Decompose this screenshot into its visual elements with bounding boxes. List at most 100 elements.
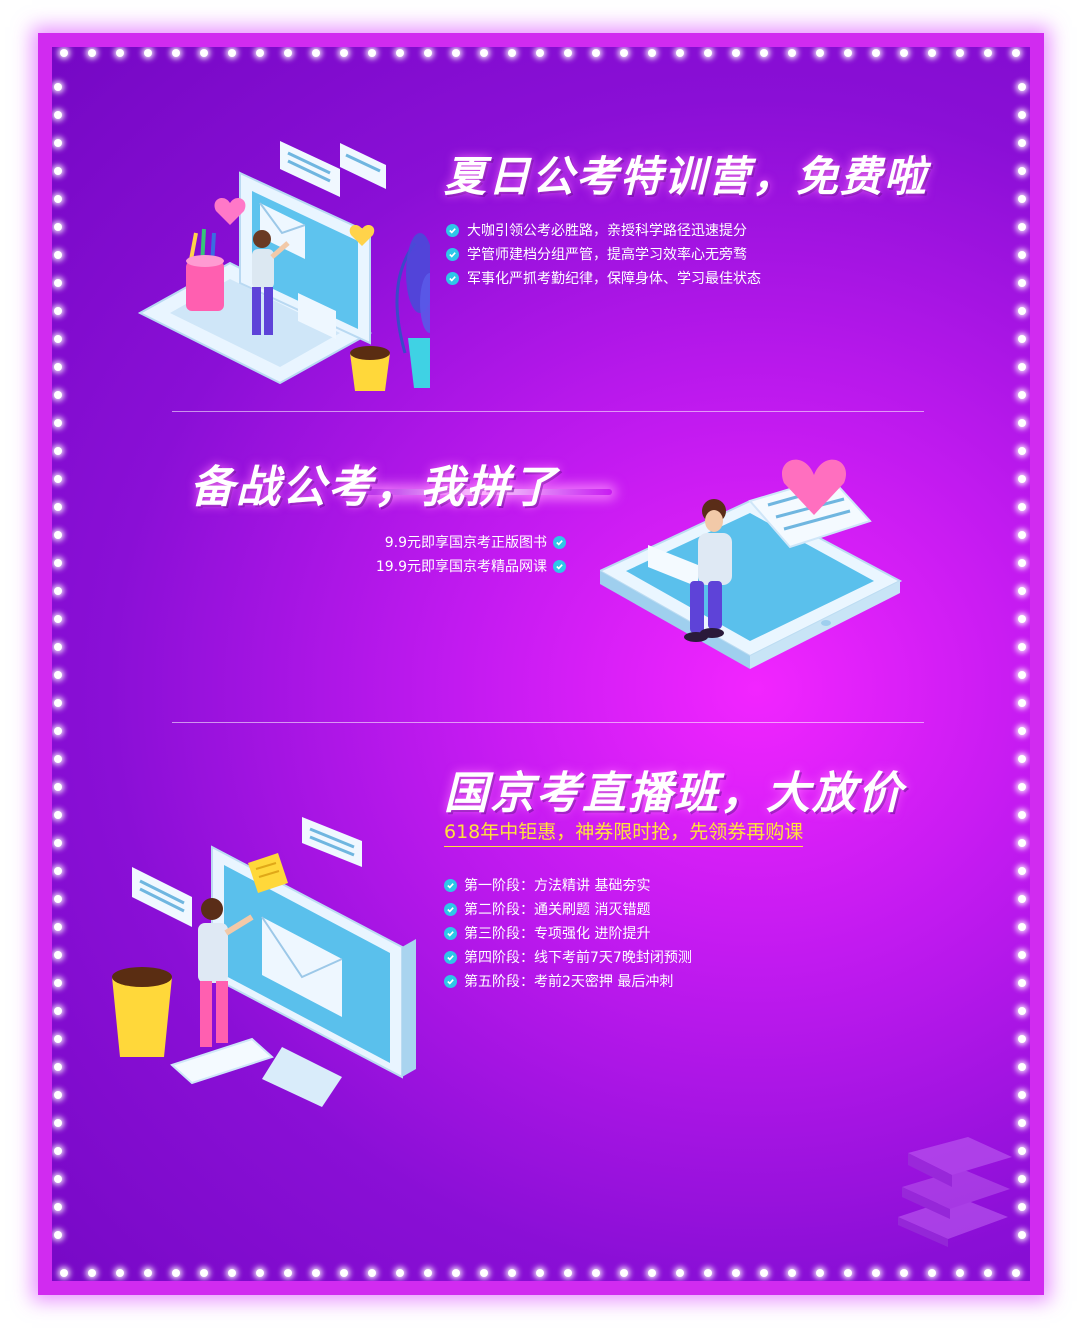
section1-title: 夏日公考特训营，免费啦 <box>444 152 929 201</box>
promo-banner: 618年中钜惠，神券限时抢，先领券再购课 <box>444 817 804 847</box>
list-item-text: 第一阶段：方法精讲 基础夯实 <box>464 878 651 894</box>
frame-bulb <box>54 699 62 707</box>
frame-bulb <box>704 1269 712 1277</box>
frame-bulb <box>816 1269 824 1277</box>
frame-bulb <box>54 391 62 399</box>
frame-bulb <box>816 49 824 57</box>
frame-bulb <box>760 1269 768 1277</box>
frame-bulb <box>1018 447 1026 455</box>
frame-bulb <box>1018 895 1026 903</box>
frame-bulb <box>54 1035 62 1043</box>
content-panel: 夏日公考特训营，免费啦 大咖引领公考必胜路，亲授科学路径迅速提分 学管师建档分组… <box>52 47 1030 1281</box>
laptop-illustration <box>137 141 430 391</box>
frame-bulb <box>54 671 62 679</box>
frame-bulb <box>872 49 880 57</box>
frame-bulb <box>984 1269 992 1277</box>
check-icon <box>444 878 457 892</box>
frame-bulb <box>54 419 62 427</box>
list-item-text: 第三阶段：专项强化 进阶提升 <box>464 926 651 942</box>
section1-bullets: 大咖引领公考必胜路，亲授科学路径迅速提分 学管师建档分组严管，提高学习效率心无旁… <box>446 218 761 290</box>
frame-bulb <box>340 1269 348 1277</box>
frame-bulb <box>54 83 62 91</box>
frame-bulb <box>54 783 62 791</box>
frame-bulb <box>1018 419 1026 427</box>
frame-bulb <box>788 1269 796 1277</box>
frame-bulb <box>676 1269 684 1277</box>
list-item-text: 9.9元即享国京考正版图书 <box>384 535 547 551</box>
frame-bulb <box>54 1147 62 1155</box>
frame-bulb <box>1018 279 1026 287</box>
frame-bulb <box>844 1269 852 1277</box>
frame-bulb <box>1018 335 1026 343</box>
frame-bulb <box>1012 49 1020 57</box>
frame-bulb <box>1018 111 1026 119</box>
frame-bulb <box>54 811 62 819</box>
frame-bulb <box>480 49 488 57</box>
frame-bulb <box>536 1269 544 1277</box>
check-icon <box>444 902 457 916</box>
coffee-cup-icon <box>112 967 172 1057</box>
frame-bulb <box>312 1269 320 1277</box>
frame-bulb <box>452 1269 460 1277</box>
check-icon <box>446 271 459 285</box>
frame-bulb <box>1018 391 1026 399</box>
frame-bulb <box>536 49 544 57</box>
frame-bulb <box>256 1269 264 1277</box>
frame-bulb <box>54 447 62 455</box>
frame-bulb <box>1018 1119 1026 1127</box>
list-item-text: 大咖引领公考必胜路，亲授科学路径迅速提分 <box>467 223 747 239</box>
frame-bulb <box>54 643 62 651</box>
frame-bulb <box>1018 531 1026 539</box>
frame-bulb <box>928 49 936 57</box>
frame-bulb <box>732 1269 740 1277</box>
frame-bulb <box>592 49 600 57</box>
frame-bulb <box>480 1269 488 1277</box>
frame-bulb <box>1018 167 1026 175</box>
frame-bulb <box>54 223 62 231</box>
books-icon <box>898 1137 1012 1247</box>
frame-bulb <box>54 363 62 371</box>
frame-bulb <box>1018 643 1026 651</box>
frame-bulb <box>54 251 62 259</box>
list-item-text: 第二阶段：通关刷题 消灭错题 <box>464 902 651 918</box>
frame-bulb <box>1018 307 1026 315</box>
tablet-illustration <box>600 459 903 669</box>
frame-bulb <box>54 587 62 595</box>
list-item: 大咖引领公考必胜路，亲授科学路径迅速提分 <box>446 218 761 242</box>
coffee-cup-icon <box>350 346 390 391</box>
frame-bulb <box>60 1269 68 1277</box>
frame-bulb <box>54 335 62 343</box>
frame-bulb <box>1018 195 1026 203</box>
frame-bulb <box>648 49 656 57</box>
frame-bulb <box>54 475 62 483</box>
frame-bulb <box>592 1269 600 1277</box>
frame-bulb <box>564 1269 572 1277</box>
frame-bulb <box>54 1175 62 1183</box>
light-frame: 夏日公考特训营，免费啦 大咖引领公考必胜路，亲授科学路径迅速提分 学管师建档分组… <box>38 33 1044 1295</box>
frame-bulb <box>54 1091 62 1099</box>
frame-bulb <box>200 1269 208 1277</box>
frame-bulb <box>424 49 432 57</box>
frame-bulb <box>54 279 62 287</box>
frame-bulb <box>172 49 180 57</box>
frame-bulb <box>54 1231 62 1239</box>
frame-bulb <box>54 615 62 623</box>
frame-bulb <box>54 979 62 987</box>
frame-bulb <box>620 1269 628 1277</box>
frame-bulb <box>1018 951 1026 959</box>
frame-bulb <box>54 923 62 931</box>
frame-bulb <box>54 195 62 203</box>
frame-bulb <box>648 1269 656 1277</box>
frame-bulb <box>1018 1063 1026 1071</box>
divider <box>172 722 924 723</box>
check-icon <box>446 223 459 237</box>
frame-bulb <box>54 167 62 175</box>
frame-bulb <box>1018 223 1026 231</box>
frame-bulb <box>54 1203 62 1211</box>
pencil-cup-icon <box>186 228 224 311</box>
frame-bulb <box>54 727 62 735</box>
section3-bullets: 第一阶段：方法精讲 基础夯实 第二阶段：通关刷题 消灭错题 第三阶段：专项强化 … <box>444 873 692 993</box>
frame-bulb <box>54 111 62 119</box>
frame-bulb <box>424 1269 432 1277</box>
frame-bulb <box>1018 1007 1026 1015</box>
